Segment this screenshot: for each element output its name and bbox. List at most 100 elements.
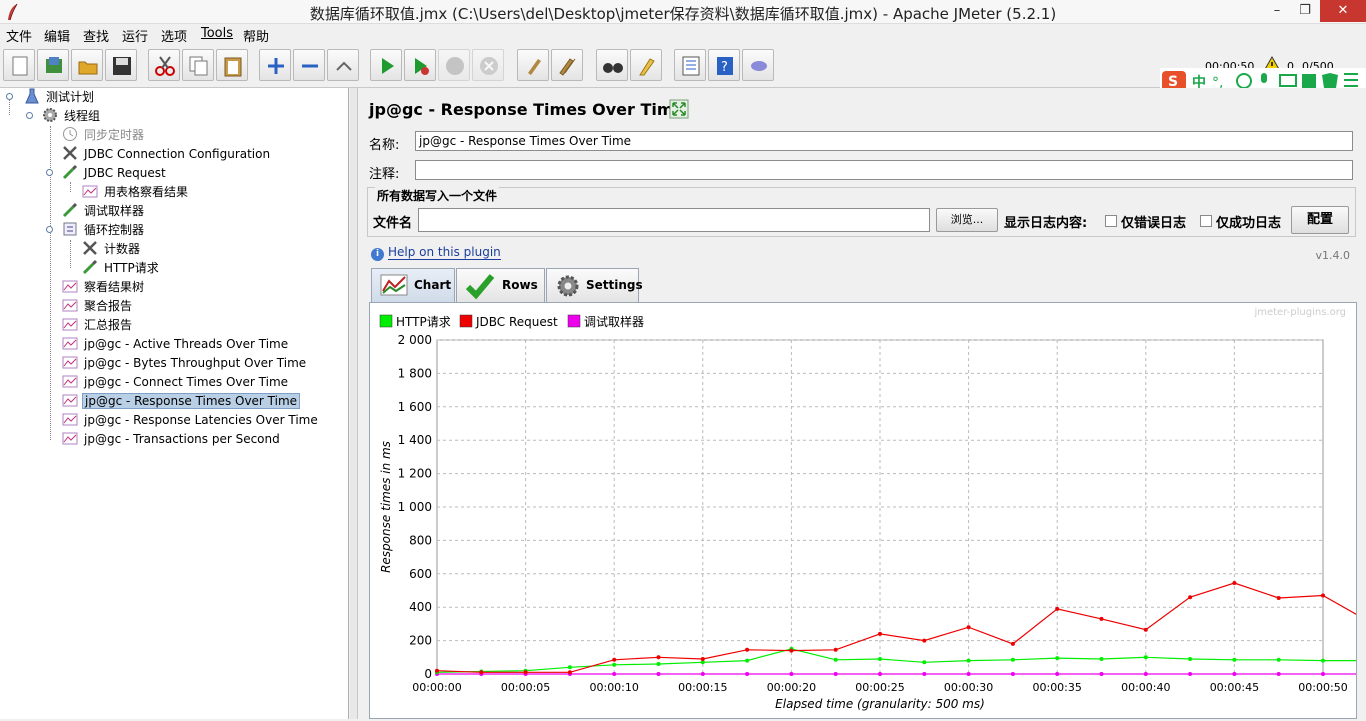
minimize-button[interactable]: – bbox=[1262, 0, 1292, 22]
shutdown-button[interactable] bbox=[472, 49, 504, 81]
clear-all-button[interactable] bbox=[551, 49, 583, 81]
copy-button[interactable] bbox=[182, 49, 214, 81]
expand-all-button[interactable] bbox=[259, 49, 291, 81]
split-pane-divider[interactable] bbox=[350, 88, 358, 719]
tab-settings[interactable]: Settings bbox=[546, 268, 643, 302]
help-button[interactable]: ? bbox=[708, 49, 740, 81]
data-point bbox=[1188, 595, 1193, 600]
new-button[interactable] bbox=[3, 49, 35, 81]
data-point bbox=[745, 672, 750, 676]
data-point bbox=[1276, 596, 1281, 600]
tree-toggle-thread-group[interactable] bbox=[26, 112, 33, 119]
sampler-pipette-icon bbox=[62, 202, 78, 218]
reset-search-button[interactable] bbox=[630, 49, 662, 81]
x-tick-label: 00:00:35 bbox=[1032, 681, 1081, 694]
tree-item-sync-timer[interactable]: 同步定时器 bbox=[62, 126, 146, 144]
collapse-icon bbox=[302, 64, 318, 68]
tree-item-response-times[interactable]: jp@gc - Response Times Over Time bbox=[62, 392, 301, 410]
tree-item-http-request[interactable]: HTTP请求 bbox=[82, 259, 161, 277]
tree-item-results-tree[interactable]: 察看结果树 bbox=[62, 278, 146, 296]
filename-field[interactable] bbox=[418, 208, 930, 232]
tree-toggle-test-plan[interactable] bbox=[6, 93, 13, 100]
tree-item-debug-sampler[interactable]: 调试取样器 bbox=[62, 202, 146, 220]
tree-item-table-view[interactable]: 用表格察看结果 bbox=[82, 183, 190, 201]
menu-run[interactable]: 运行 bbox=[122, 26, 148, 45]
tree-item-counter[interactable]: 计数器 bbox=[82, 240, 142, 258]
success-only-checkbox[interactable] bbox=[1200, 215, 1212, 227]
menu-tools[interactable]: Tools bbox=[201, 26, 233, 41]
tools-icon bbox=[83, 241, 97, 255]
tab-chart[interactable]: Chart bbox=[371, 268, 455, 303]
configure-button[interactable]: 配置 bbox=[1291, 206, 1349, 234]
tree-item-response-latencies[interactable]: jp@gc - Response Latencies Over Time bbox=[62, 411, 320, 429]
data-point bbox=[878, 657, 882, 661]
start-no-pauses-button[interactable] bbox=[404, 49, 436, 81]
menu-options[interactable]: 选项 bbox=[161, 26, 187, 45]
menu-file[interactable]: 文件 bbox=[6, 26, 32, 45]
tab-rows[interactable]: Rows bbox=[456, 268, 545, 302]
templates-button[interactable] bbox=[37, 49, 69, 81]
controller-icon bbox=[63, 222, 77, 236]
data-point bbox=[966, 625, 971, 630]
collapse-all-button[interactable] bbox=[293, 49, 325, 81]
tree-item-loop-controller[interactable]: 循环控制器 bbox=[62, 221, 146, 239]
errors-only-checkbox[interactable] bbox=[1105, 215, 1117, 227]
menu-edit[interactable]: 编辑 bbox=[44, 26, 70, 45]
name-field[interactable]: jp@gc - Response Times Over Time bbox=[415, 131, 1353, 151]
paste-button[interactable] bbox=[216, 49, 248, 81]
stop-button[interactable] bbox=[438, 49, 470, 81]
data-point bbox=[1143, 655, 1148, 660]
tree-toggle-jdbc-request[interactable] bbox=[46, 169, 53, 176]
help-on-plugin-link[interactable]: Help on this plugin bbox=[388, 245, 501, 260]
maximize-button[interactable]: ❐ bbox=[1290, 0, 1320, 22]
tree-label: 调试取样器 bbox=[84, 204, 145, 218]
listener-graph-icon bbox=[62, 356, 78, 369]
toggle-button[interactable] bbox=[327, 49, 359, 81]
menu-help[interactable]: 帮助 bbox=[243, 26, 269, 45]
tree-item-thread-group[interactable]: 线程组 bbox=[42, 107, 102, 125]
close-button[interactable]: ✕ bbox=[1320, 0, 1366, 22]
tree-item-bytes-throughput[interactable]: jp@gc - Bytes Throughput Over Time bbox=[62, 354, 308, 372]
tree-toggle-loop-controller[interactable] bbox=[46, 226, 53, 233]
shutdown-icon bbox=[480, 57, 498, 75]
function-helper-button[interactable] bbox=[674, 49, 706, 81]
clear-button[interactable] bbox=[517, 49, 549, 81]
maximize-chart-icon[interactable] bbox=[669, 99, 689, 119]
browse-button[interactable]: 浏览... bbox=[936, 208, 998, 232]
start-button[interactable] bbox=[370, 49, 402, 81]
open-button[interactable] bbox=[71, 49, 103, 81]
tree-label: JDBC Connection Configuration bbox=[84, 147, 271, 161]
data-point bbox=[1010, 657, 1015, 662]
listener-graph-icon bbox=[62, 318, 78, 331]
data-point bbox=[745, 658, 750, 663]
data-point bbox=[612, 662, 617, 667]
y-tick-label: 1 200 bbox=[398, 467, 432, 481]
y-tick-label: 1 600 bbox=[398, 400, 432, 414]
tree-item-jdbc-request[interactable]: JDBC Request bbox=[62, 164, 168, 182]
tab-label: Chart bbox=[414, 278, 452, 292]
save-button[interactable] bbox=[105, 49, 137, 81]
tree-item-jdbc-connection[interactable]: JDBC Connection Configuration bbox=[62, 145, 272, 163]
save-icon bbox=[113, 57, 131, 75]
search-button[interactable] bbox=[596, 49, 628, 81]
tree-label: jp@gc - Connect Times Over Time bbox=[84, 375, 289, 389]
plugin-version: v1.4.0 bbox=[1315, 249, 1351, 262]
data-point bbox=[1276, 657, 1281, 662]
y-tick-label: 400 bbox=[409, 600, 432, 614]
remote-button[interactable] bbox=[742, 49, 774, 81]
menu-search[interactable]: 查找 bbox=[83, 26, 109, 45]
tree-item-aggregate-report[interactable]: 聚合报告 bbox=[62, 297, 134, 315]
data-point bbox=[1321, 658, 1325, 663]
tree-item-connect-times[interactable]: jp@gc - Connect Times Over Time bbox=[62, 373, 290, 391]
tree-item-summary-report[interactable]: 汇总报告 bbox=[62, 316, 134, 334]
data-point bbox=[789, 672, 794, 676]
tree-item-transactions-per-second[interactable]: jp@gc - Transactions per Second bbox=[62, 430, 282, 448]
tree-item-test-plan[interactable]: 测试计划 bbox=[24, 88, 96, 106]
cut-button[interactable] bbox=[148, 49, 180, 81]
tree-label: 测试计划 bbox=[46, 90, 95, 104]
data-point bbox=[479, 670, 484, 675]
data-point bbox=[922, 660, 927, 665]
data-point bbox=[833, 657, 838, 662]
tree-item-active-threads[interactable]: jp@gc - Active Threads Over Time bbox=[62, 335, 290, 353]
comment-field[interactable] bbox=[415, 160, 1353, 180]
